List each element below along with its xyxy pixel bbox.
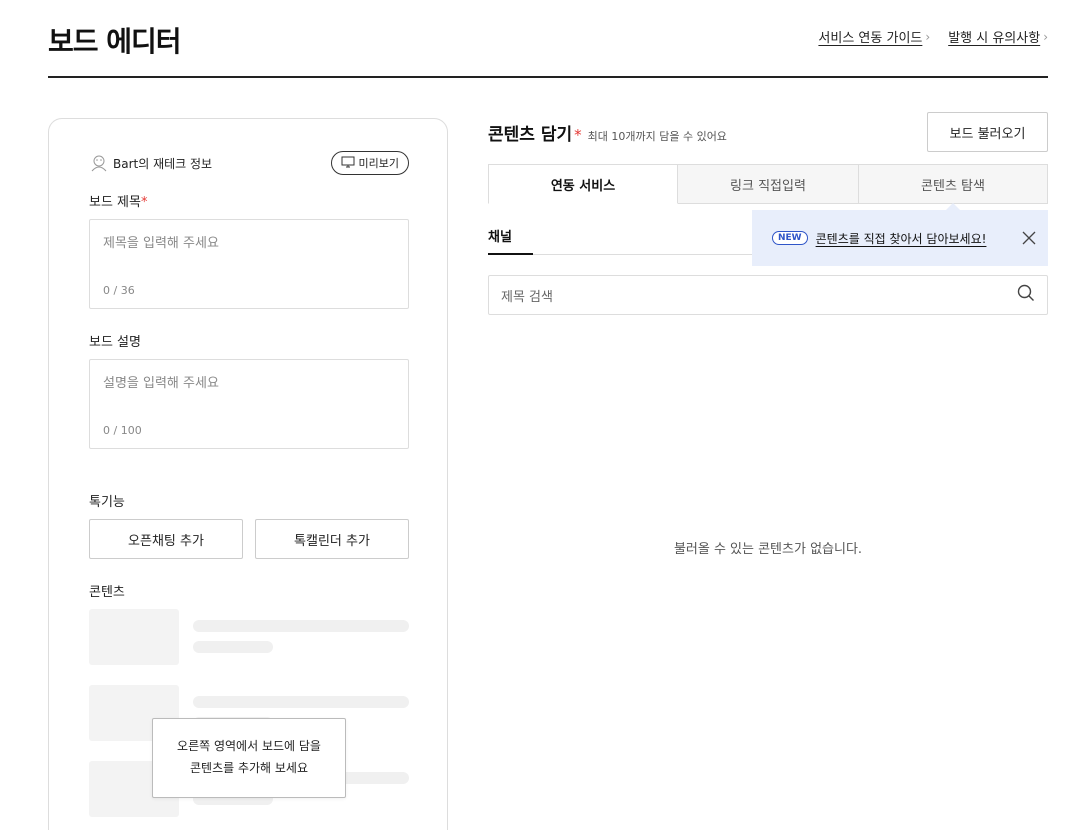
search-icon[interactable] — [1017, 284, 1035, 306]
preview-button[interactable]: 미리보기 — [330, 151, 409, 175]
profile: Bart의 재테크 정보 — [89, 153, 212, 173]
content-tabs: 연동 서비스 링크 직접입력 콘텐츠 탐색 — [488, 164, 1048, 204]
tooltip-line: 콘텐츠를 추가해 보세요 — [189, 761, 309, 775]
publish-notes-label: 발행 시 유의사항 — [948, 31, 1041, 46]
board-preview-panel: Bart의 재테크 정보 미리보기 보드 제목* 제목을 입력해 주세요 0 /… — [48, 118, 448, 830]
board-desc-label: 보드 설명 — [89, 335, 141, 350]
close-icon[interactable] — [1020, 229, 1038, 247]
board-title-label: 보드 제목* — [89, 191, 147, 210]
board-title-placeholder: 제목을 입력해 주세요 — [103, 236, 219, 251]
chevron-right-icon: › — [925, 29, 931, 44]
talk-feature-buttons: 오픈채팅 추가 톡캘린더 추가 — [89, 519, 409, 559]
new-badge: NEW — [772, 231, 808, 245]
tooltip-line: 오른쪽 영역에서 보드에 담을 — [177, 739, 321, 753]
board-title-counter: 0 / 36 — [103, 284, 135, 297]
service-guide-link[interactable]: 서비스 연동 가이드 › — [818, 27, 931, 47]
section-title-text: 콘텐츠 담기 — [488, 125, 573, 145]
chevron-right-icon: › — [1043, 29, 1048, 44]
skeleton-thumbnail — [89, 609, 179, 665]
promo-banner: NEW 콘텐츠를 직접 찾아서 담아보세요! — [752, 210, 1048, 266]
preview-label: 미리보기 — [358, 157, 399, 170]
title-search-input[interactable]: 제목 검색 — [488, 275, 1048, 315]
header-divider — [48, 76, 1048, 78]
promo-pointer — [946, 203, 960, 210]
profile-row: Bart의 재테크 정보 미리보기 — [89, 151, 409, 175]
board-title-input[interactable]: 제목을 입력해 주세요 0 / 36 — [89, 219, 409, 309]
required-mark: * — [140, 195, 148, 210]
add-openchat-button[interactable]: 오픈채팅 추가 — [89, 519, 243, 559]
search-placeholder: 제목 검색 — [501, 289, 553, 305]
tab-linked-service[interactable]: 연동 서비스 — [488, 164, 678, 204]
publish-notes-link[interactable]: 발행 시 유의사항 › — [948, 27, 1048, 47]
skeleton-line — [193, 620, 409, 632]
promo-link[interactable]: 콘텐츠를 직접 찾아서 담아보세요! — [816, 230, 987, 247]
contents-hint-tooltip: 오른쪽 영역에서 보드에 담을 콘텐츠를 추가해 보세요 — [152, 718, 346, 798]
section-subtitle: 최대 10개까지 담을 수 있어요 — [587, 130, 727, 143]
tab-content-explore[interactable]: 콘텐츠 탐색 — [859, 164, 1048, 204]
talk-features-label: 톡기능 — [89, 495, 125, 510]
add-talk-calendar-button[interactable]: 톡캘린더 추가 — [255, 519, 409, 559]
tab-direct-link[interactable]: 링크 직접입력 — [678, 164, 859, 204]
page-title: 보드 에디터 — [48, 25, 182, 58]
contents-label: 콘텐츠 — [89, 585, 125, 600]
board-title-label-text: 보드 제목 — [89, 195, 141, 210]
board-desc-counter: 0 / 100 — [103, 424, 142, 437]
avatar — [89, 153, 109, 173]
monitor-icon — [341, 156, 355, 171]
load-board-button[interactable]: 보드 불러오기 — [927, 112, 1048, 152]
header-links: 서비스 연동 가이드 › 발행 시 유의사항 › — [818, 27, 1048, 47]
skeleton-line — [193, 696, 409, 708]
empty-state-message: 불러올 수 있는 콘텐츠가 없습니다. — [673, 542, 863, 557]
channel-filter[interactable]: 채널 — [488, 226, 512, 245]
skeleton-line — [193, 641, 273, 653]
required-mark: * — [574, 126, 582, 144]
board-desc-placeholder: 설명을 입력해 주세요 — [103, 376, 219, 391]
board-desc-input[interactable]: 설명을 입력해 주세요 0 / 100 — [89, 359, 409, 449]
profile-name: Bart의 재테크 정보 — [113, 156, 213, 171]
section-title: 콘텐츠 담기 * 최대 10개까지 담을 수 있어요 — [488, 120, 727, 145]
channel-active-indicator — [488, 253, 533, 255]
service-guide-label: 서비스 연동 가이드 — [818, 31, 923, 46]
